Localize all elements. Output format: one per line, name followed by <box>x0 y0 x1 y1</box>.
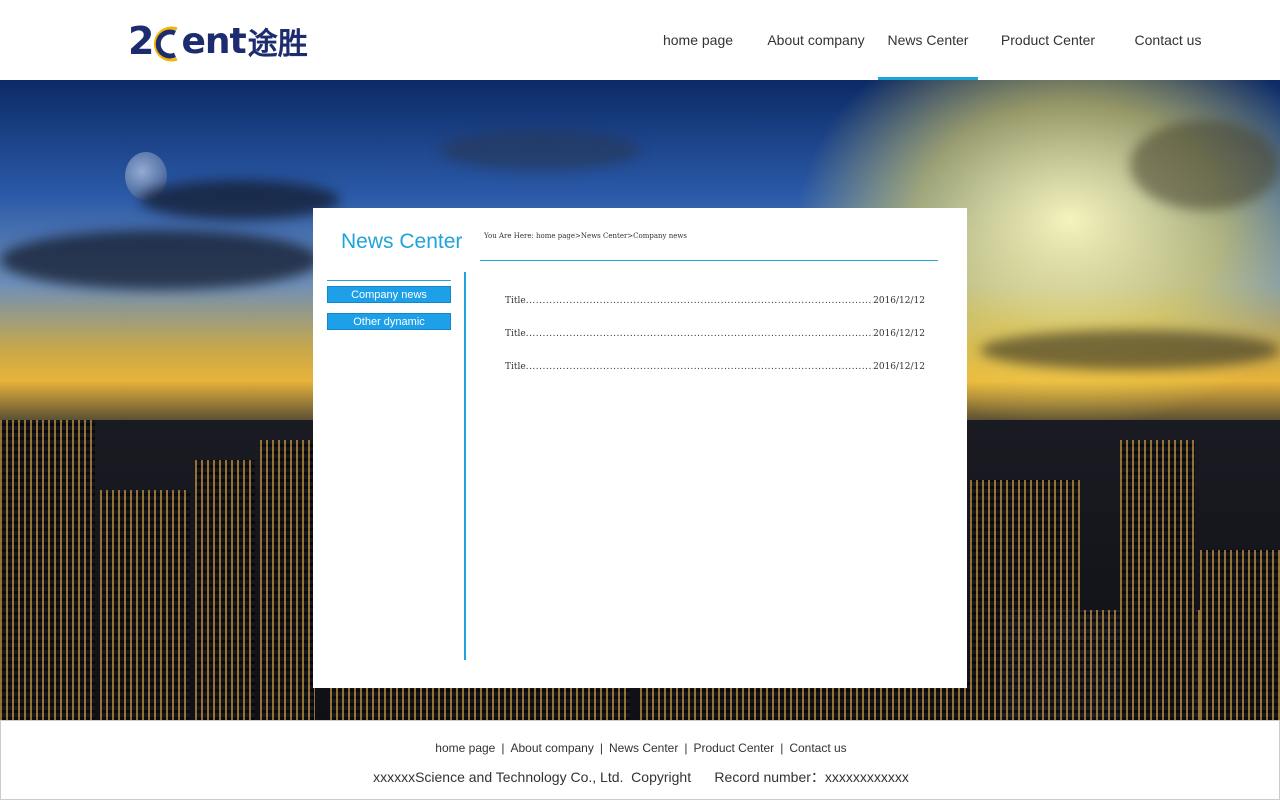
building <box>1120 440 1195 720</box>
cloud <box>980 330 1280 370</box>
logo[interactable]: 2 ent 途胜 <box>128 18 308 64</box>
nav-label: home page <box>662 32 734 48</box>
leader-dots: ........................................… <box>525 361 874 372</box>
cloud <box>140 180 340 220</box>
building <box>1200 550 1280 720</box>
nav-about-company[interactable]: About company <box>754 0 878 80</box>
breadcrumb: You Are Here: home page>News Center>Comp… <box>484 232 687 240</box>
copyright-text: xxxxxxScience and Technology Co., Ltd. C… <box>373 769 909 785</box>
footer-link-contact-us[interactable]: Contact us <box>783 741 852 755</box>
news-title: Title <box>505 361 526 372</box>
footer-nav: home page | About company | News Center … <box>1 741 1280 755</box>
cloud <box>0 230 320 290</box>
sidebar-item-company-news[interactable]: Company news <box>327 286 451 303</box>
building <box>195 460 255 720</box>
cloud <box>440 130 640 170</box>
nav-product-center[interactable]: Product Center <box>978 0 1118 80</box>
nav-news-center[interactable]: News Center <box>878 0 978 80</box>
leader-dots: ........................................… <box>525 295 874 306</box>
main-nav: home page About company News Center Prod… <box>642 0 1218 80</box>
logo-chinese: 途胜 <box>247 27 308 62</box>
news-title: Title <box>505 295 526 306</box>
news-title: Title <box>505 328 526 339</box>
cloud <box>1130 120 1280 210</box>
news-item[interactable]: Title ..................................… <box>505 284 925 317</box>
nav-home-page[interactable]: home page <box>642 0 754 80</box>
building <box>260 440 315 720</box>
site-header: 2 ent 途胜 home page About company News Ce… <box>0 0 1280 80</box>
column-divider <box>464 272 466 660</box>
news-item[interactable]: Title ..................................… <box>505 350 925 383</box>
news-date: 2016/12/12 <box>873 295 925 306</box>
footer-link-product-center[interactable]: Product Center <box>687 741 780 755</box>
news-date: 2016/12/12 <box>873 328 925 339</box>
news-item[interactable]: Title ..................................… <box>505 317 925 350</box>
nav-label: Product Center <box>1000 32 1096 48</box>
sidebar-item-other-dynamic[interactable]: Other dynamic <box>327 313 451 330</box>
logo-letters: ent <box>181 20 246 62</box>
news-date: 2016/12/12 <box>873 361 925 372</box>
logo-number: 2 <box>128 19 154 63</box>
nav-label: News Center <box>887 32 969 48</box>
building <box>0 420 95 720</box>
footer-link-about-company[interactable]: About company <box>504 741 599 755</box>
breadcrumb-divider <box>480 260 938 261</box>
leader-dots: ........................................… <box>525 328 874 339</box>
site-footer: home page | About company | News Center … <box>0 720 1280 800</box>
page-title: News Center <box>341 230 463 253</box>
logo-crescent-icon <box>151 21 181 62</box>
nav-label: Contact us <box>1134 32 1202 48</box>
sidebar-item-label: Company news <box>351 288 427 301</box>
content-panel: News Center You Are Here: home page>News… <box>313 208 967 688</box>
sidebar-divider <box>327 280 451 281</box>
footer-link-news-center[interactable]: News Center <box>603 741 684 755</box>
nav-label: About company <box>767 32 865 48</box>
sidebar-item-label: Other dynamic <box>353 315 425 328</box>
building <box>100 490 190 720</box>
footer-link-home-page[interactable]: home page <box>429 741 501 755</box>
news-list: Title ..................................… <box>505 284 925 383</box>
nav-contact-us[interactable]: Contact us <box>1118 0 1218 80</box>
